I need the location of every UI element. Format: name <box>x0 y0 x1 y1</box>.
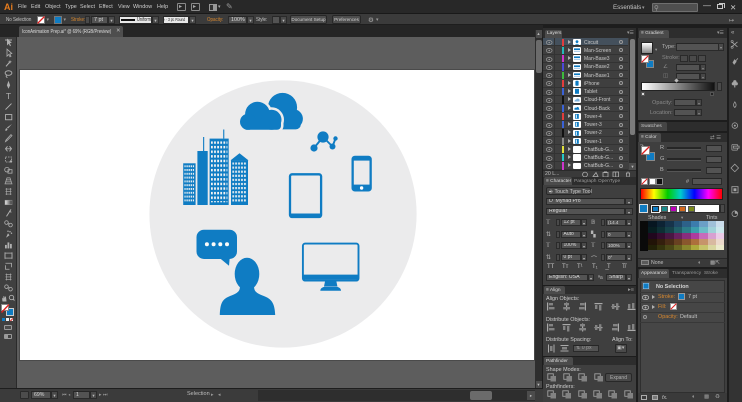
svg-text:T: T <box>6 91 11 101</box>
